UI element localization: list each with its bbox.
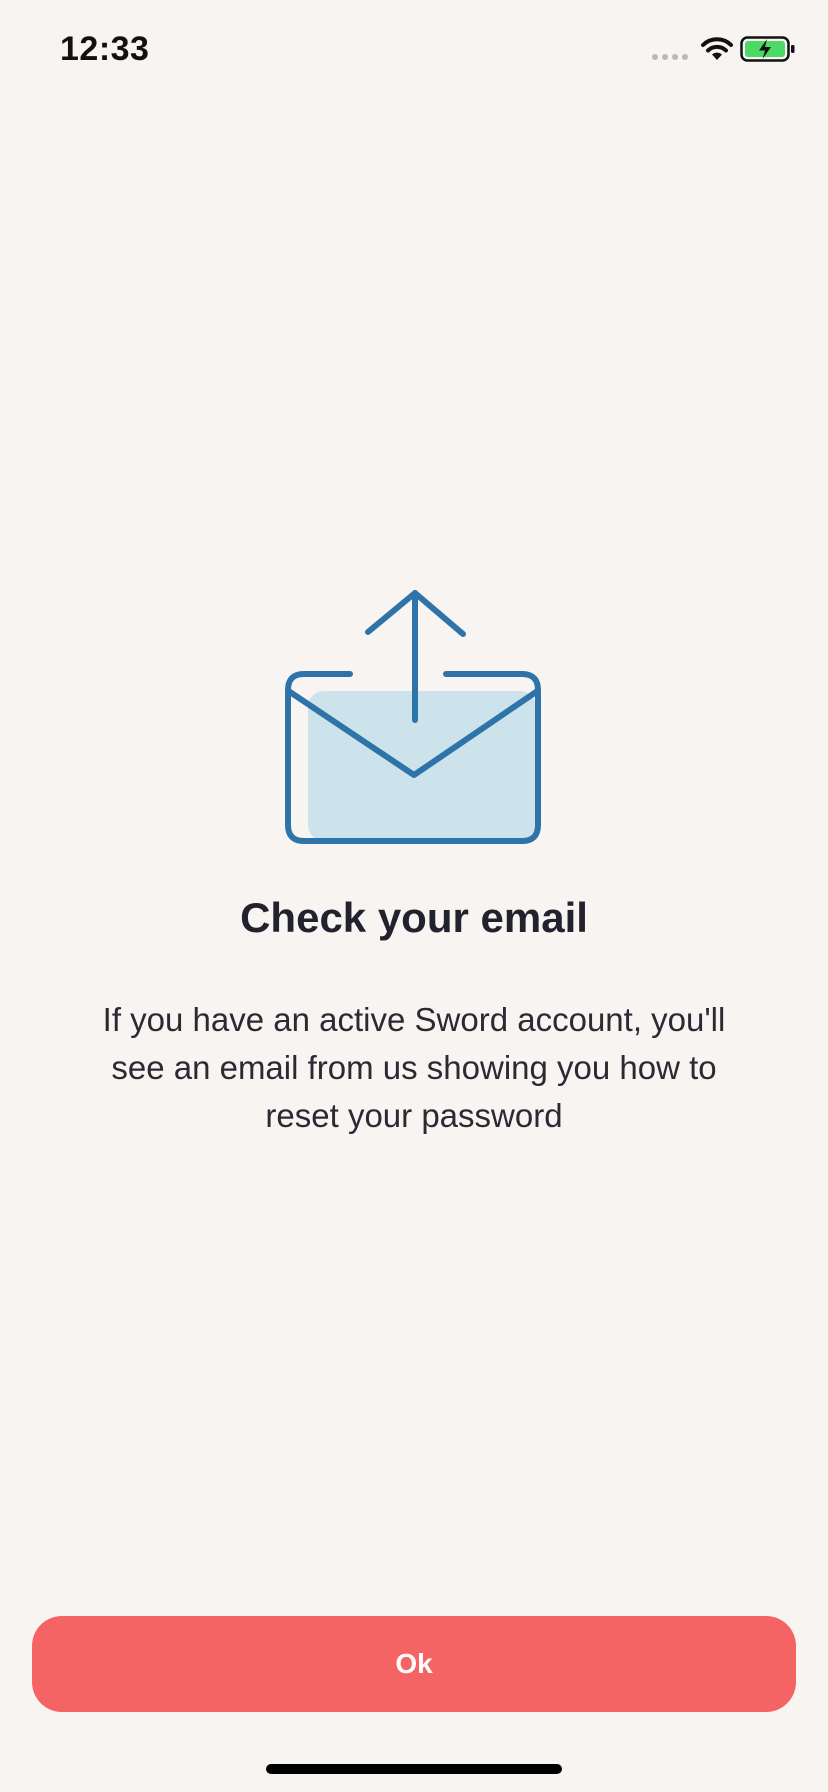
ok-button-label: Ok: [395, 1648, 433, 1679]
wifi-icon: [701, 37, 733, 60]
battery-charging-icon: [740, 36, 795, 62]
home-indicator[interactable]: [266, 1764, 562, 1774]
envelope-upload-icon: [285, 590, 541, 844]
status-time: 12:33: [60, 30, 150, 68]
page-title: Check your email: [240, 894, 588, 941]
reset-instructions-text: If you have an active Sword account, you…: [102, 1001, 726, 1134]
cellular-signal-icon: [652, 54, 688, 60]
ok-button[interactable]: Ok: [32, 1616, 796, 1712]
status-bar: 12:33: [0, 0, 828, 100]
